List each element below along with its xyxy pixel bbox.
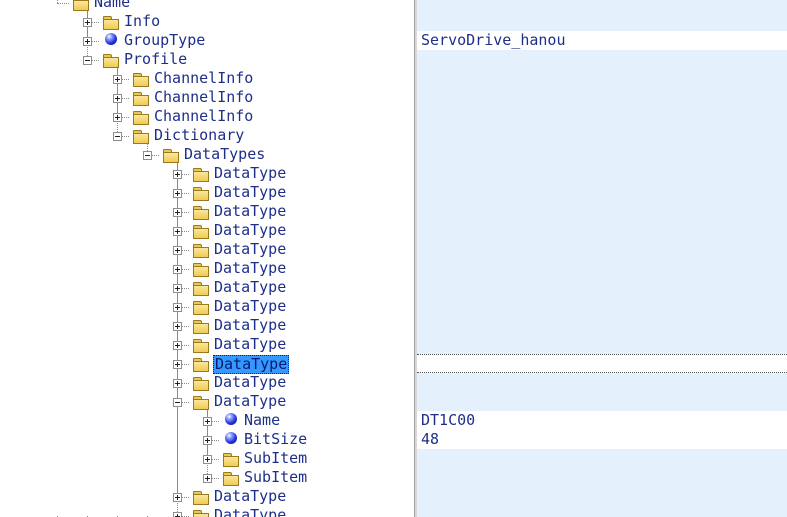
folder-icon (193, 206, 209, 220)
value-row[interactable]: ServoDrive_hanou (417, 31, 787, 50)
folder-icon (193, 168, 209, 182)
tree-node-label[interactable]: DataType (213, 392, 287, 411)
value-cell: 48 (421, 430, 440, 448)
tree-node-label[interactable]: SubItem (243, 449, 308, 468)
folder-icon (193, 377, 209, 391)
open-folder-icon (133, 130, 149, 144)
tree-node-label[interactable]: DataType (213, 259, 287, 278)
open-folder-icon (103, 54, 119, 68)
tree-node-label[interactable]: ChannelInfo (153, 88, 254, 107)
expand-toggle[interactable] (173, 379, 182, 388)
blue-ball-icon (225, 432, 237, 444)
folder-icon (103, 16, 119, 30)
expand-toggle[interactable] (203, 474, 212, 483)
value-cell: DT1C00 (421, 411, 476, 429)
expand-toggle[interactable] (173, 284, 182, 293)
tree-node-label[interactable]: Name (93, 0, 131, 12)
tree-node-label[interactable]: DataType (213, 355, 290, 374)
tree-node-label[interactable]: GroupType (123, 31, 206, 50)
tree-pane[interactable]: Name Info GroupType Profile ChannelInfo Chann… (0, 0, 414, 517)
expand-toggle[interactable] (173, 208, 182, 217)
expand-toggle[interactable] (173, 322, 182, 331)
expand-toggle[interactable] (173, 360, 182, 369)
expand-toggle[interactable] (173, 170, 182, 179)
folder-icon (193, 320, 209, 334)
value-cell: ServoDrive_hanou (421, 31, 566, 49)
expand-toggle[interactable] (173, 512, 182, 517)
open-folder-icon (163, 149, 179, 163)
collapse-toggle[interactable] (143, 151, 152, 160)
folder-icon (193, 339, 209, 353)
tree-node-label[interactable]: DataType (213, 297, 287, 316)
tree-node-label[interactable]: BitSize (243, 430, 308, 449)
expand-toggle[interactable] (83, 18, 92, 27)
blue-ball-icon (225, 413, 237, 425)
tree-guide-line (57, 3, 69, 4)
tree-node-label[interactable]: DataType (213, 183, 287, 202)
expand-toggle[interactable] (203, 436, 212, 445)
folder-icon (193, 358, 209, 372)
folder-icon (133, 92, 149, 106)
tree-node-label[interactable]: DataType (213, 506, 287, 517)
expand-toggle[interactable] (173, 227, 182, 236)
folder-icon (193, 244, 209, 258)
folder-icon (223, 472, 239, 486)
expand-toggle[interactable] (203, 455, 212, 464)
tree-guide-line (87, 9, 88, 60)
expand-toggle[interactable] (83, 37, 92, 46)
tree-node-label[interactable]: Dictionary (153, 126, 245, 145)
collapse-toggle[interactable] (83, 56, 92, 65)
tree-node-label[interactable]: DataTypes (183, 145, 266, 164)
expand-toggle[interactable] (173, 189, 182, 198)
tree-node-label[interactable]: DataType (213, 164, 287, 183)
open-folder-icon (193, 396, 209, 410)
tree-node-label[interactable]: ChannelInfo (153, 107, 254, 126)
tree-node-label[interactable]: DataType (213, 202, 287, 221)
expand-toggle[interactable] (173, 303, 182, 312)
values-pane[interactable]: ServoDrive_hanou DT1C00 48 (417, 0, 787, 517)
tree-node-label[interactable]: DataType (213, 373, 287, 392)
folder-icon (193, 491, 209, 505)
expand-toggle[interactable] (173, 493, 182, 502)
tree-node-label[interactable]: Profile (123, 50, 188, 69)
folder-icon (193, 187, 209, 201)
tree-node-label[interactable]: DataType (213, 240, 287, 259)
folder-icon (193, 301, 209, 315)
tree-node-label[interactable]: DataType (213, 221, 287, 240)
expand-toggle[interactable] (173, 341, 182, 350)
value-row[interactable]: 48 (417, 430, 787, 449)
tree-node-label[interactable]: Name (243, 411, 281, 430)
expand-toggle[interactable] (173, 246, 182, 255)
folder-icon (133, 111, 149, 125)
tree-node-label[interactable]: DataType (213, 487, 287, 506)
folder-icon (73, 0, 89, 11)
expand-toggle[interactable] (203, 417, 212, 426)
tree-node-label[interactable]: DataType (213, 278, 287, 297)
folder-icon (193, 510, 209, 517)
expand-toggle[interactable] (113, 113, 122, 122)
tree-node-label[interactable]: SubItem (243, 468, 308, 487)
tree-node-label[interactable]: DataType (213, 316, 287, 335)
blue-ball-icon (105, 33, 117, 45)
expand-toggle[interactable] (113, 94, 122, 103)
expand-toggle[interactable] (173, 265, 182, 274)
tree-node-label[interactable]: Info (123, 12, 161, 31)
folder-icon (193, 263, 209, 277)
tree-node-label[interactable]: DataType (213, 335, 287, 354)
collapse-toggle[interactable] (113, 132, 122, 141)
expand-toggle[interactable] (113, 75, 122, 84)
value-row[interactable]: DT1C00 (417, 411, 787, 430)
folder-icon (133, 73, 149, 87)
tree-node-label[interactable]: ChannelInfo (153, 69, 254, 88)
value-row[interactable] (417, 354, 787, 373)
folder-icon (223, 453, 239, 467)
folder-icon (193, 225, 209, 239)
collapse-toggle[interactable] (173, 398, 182, 407)
folder-icon (193, 282, 209, 296)
